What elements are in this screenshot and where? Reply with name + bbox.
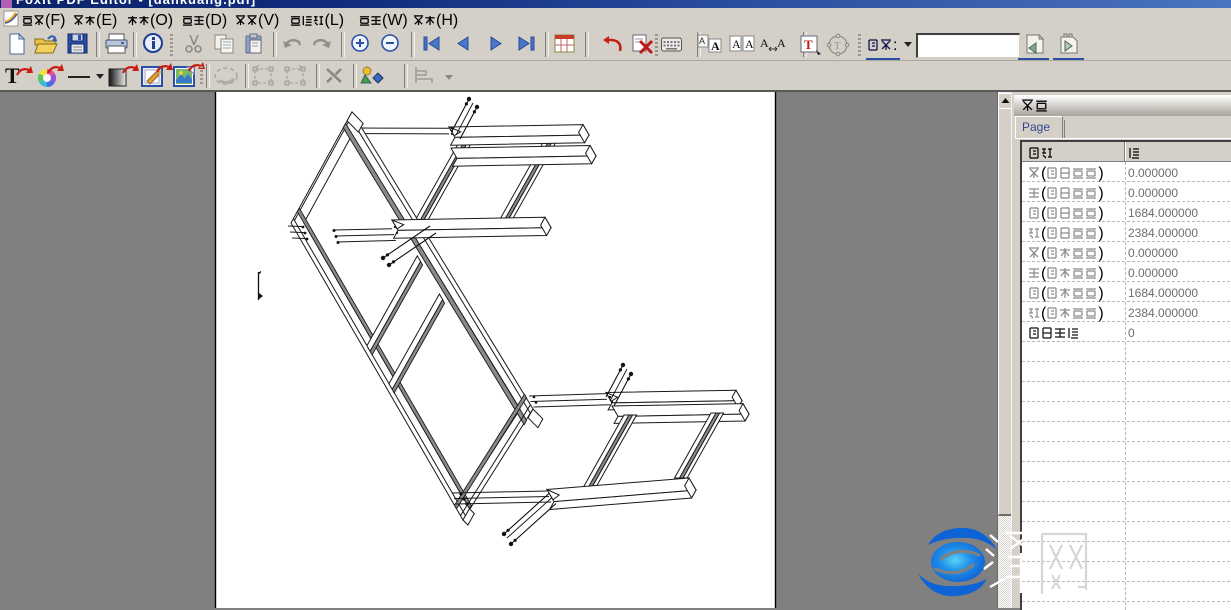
- svg-text:A: A: [760, 36, 769, 50]
- svg-text:A: A: [777, 36, 786, 50]
- svg-text:T: T: [834, 40, 841, 52]
- svg-text:T: T: [5, 63, 20, 88]
- svg-text:A: A: [699, 36, 705, 46]
- svg-text:T: T: [804, 37, 813, 52]
- svg-text:A: A: [732, 37, 741, 51]
- svg-text:A: A: [745, 37, 754, 51]
- svg-text:A: A: [711, 39, 720, 53]
